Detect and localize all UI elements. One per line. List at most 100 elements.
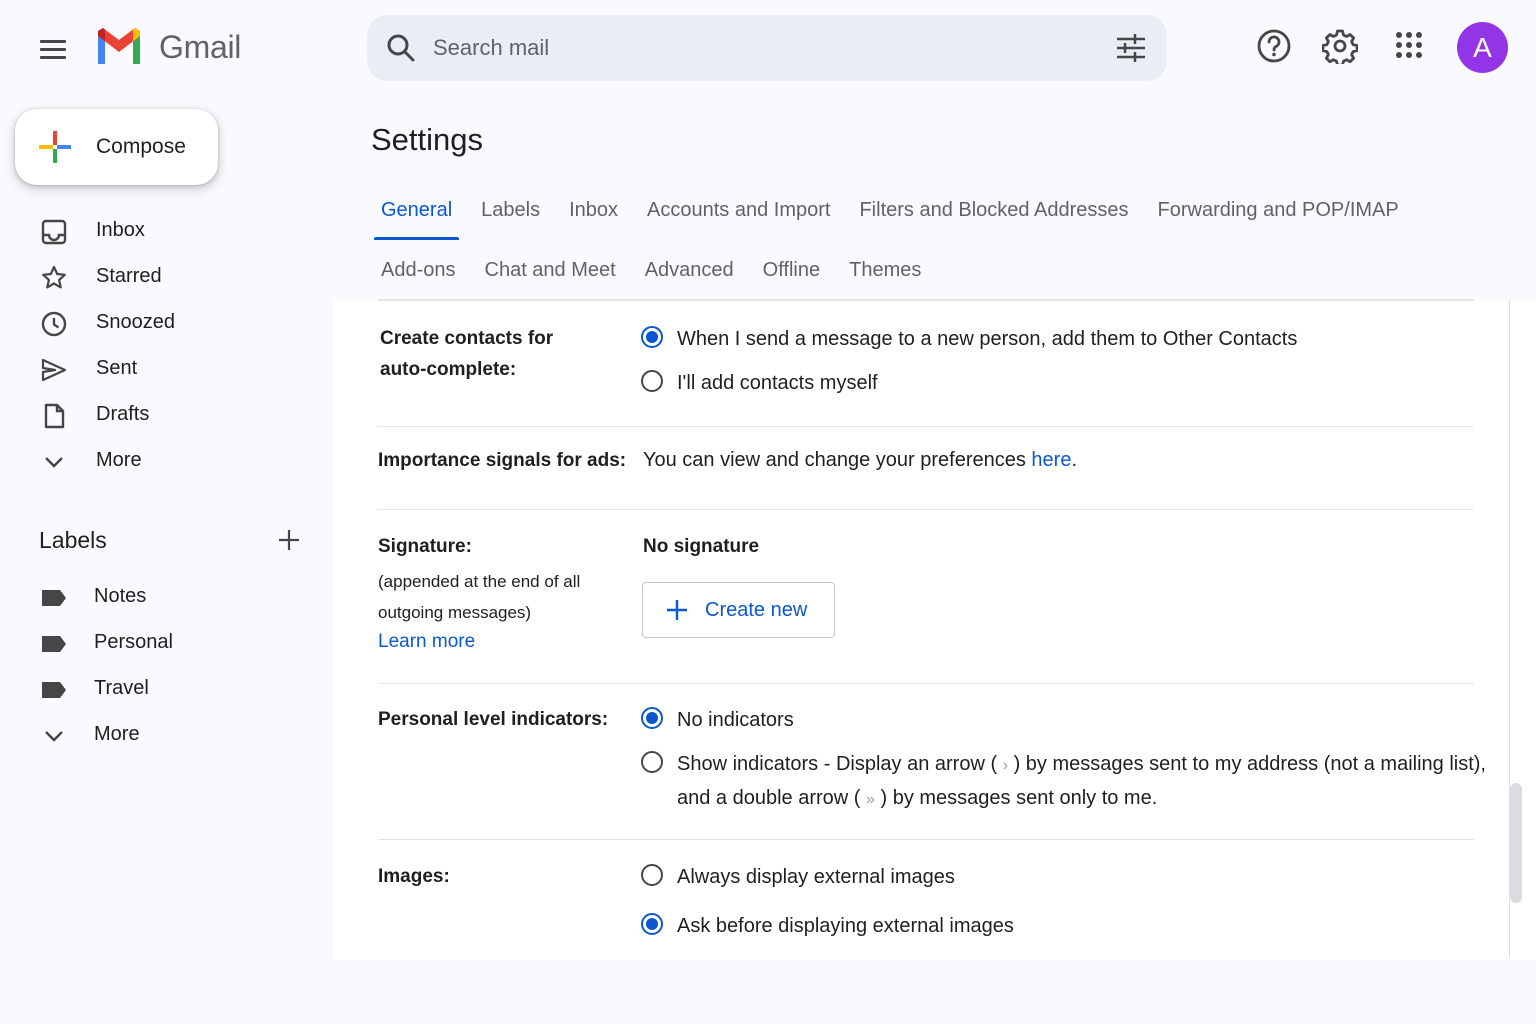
ads-suffix: . [1071, 449, 1078, 471]
row-divider [378, 839, 1474, 840]
page-title: Settings [371, 122, 484, 157]
indicators-option-show-label: Show indicators - Display an arrow ( › )… [677, 748, 1486, 816]
tab-filters-and-blocked-addresses[interactable]: Filters and Blocked Addresses [852, 190, 1135, 240]
contacts-option-auto-label: When I send a message to a new person, a… [677, 328, 1298, 350]
sidebar-item-starred[interactable]: Starred [0, 254, 330, 300]
sidebar-item-snoozed[interactable]: Snoozed [0, 300, 330, 346]
contacts-setting-label: Create contacts for auto-complete: [380, 323, 553, 385]
gmail-m-icon [98, 28, 140, 64]
search-options-icon[interactable] [1115, 32, 1147, 64]
account-avatar[interactable]: A [1457, 22, 1508, 73]
sidebar-item-sent[interactable]: Sent [0, 346, 330, 392]
ads-text: You can view and change your preferences [643, 449, 1026, 471]
radio-unselected[interactable] [641, 864, 663, 886]
sidebar-item-drafts[interactable]: Drafts [0, 392, 330, 438]
inbox-icon [41, 219, 67, 245]
tab-inbox[interactable]: Inbox [562, 190, 625, 240]
label-icon [42, 636, 66, 652]
radio-unselected[interactable] [641, 370, 663, 392]
app-name: Gmail [159, 28, 242, 65]
radio-selected[interactable] [641, 326, 663, 348]
radio-selected[interactable] [641, 913, 663, 935]
search-icon[interactable] [385, 32, 417, 64]
tab-advanced[interactable]: Advanced [638, 250, 741, 300]
search-bar[interactable] [367, 15, 1167, 81]
tab-themes[interactable]: Themes [842, 250, 928, 300]
indicators-option-none[interactable]: No indicators [641, 704, 794, 736]
star-icon [42, 265, 66, 289]
sidebar-item-label: Inbox [96, 219, 145, 241]
ads-setting-text: You can view and change your preferences… [643, 449, 1077, 472]
ads-setting-label: Importance signals for ads: [378, 450, 627, 471]
signature-description: (appended at the end of all outgoing mes… [378, 572, 581, 622]
tab-add-ons[interactable]: Add-ons [374, 250, 463, 300]
settings-gear-icon[interactable] [1322, 28, 1358, 64]
signature-learn-more-link[interactable]: Learn more [378, 631, 475, 653]
label-item-personal[interactable]: Personal [0, 620, 330, 666]
tab-general[interactable]: General [374, 190, 460, 240]
contacts-label-line1: Create contacts for [380, 328, 554, 349]
tab-offline[interactable]: Offline [756, 250, 827, 300]
create-signature-button[interactable]: Create new [642, 582, 835, 638]
label-item-notes[interactable]: Notes [0, 574, 330, 620]
images-option-always-label: Always display external images [677, 866, 955, 888]
gmail-logo[interactable]: Gmail [95, 28, 241, 66]
label-icon [42, 682, 66, 698]
label-item-more[interactable]: More [0, 712, 330, 758]
single-arrow-icon: › [1002, 757, 1009, 774]
compose-label: Compose [96, 135, 186, 158]
label-item-text: Notes [94, 585, 147, 607]
labels-heading: Labels [39, 527, 107, 553]
images-setting-label: Images: [378, 866, 450, 887]
sidebar-item-inbox[interactable]: Inbox [0, 208, 330, 254]
tabs-divider [378, 299, 1474, 301]
indicators-text-d: ) by messages sent only to me. [880, 787, 1158, 809]
radio-unselected[interactable] [641, 751, 663, 773]
indicators-text-b: ) by messages sent to my address (not a … [1013, 753, 1486, 775]
indicators-text-a: Show indicators - Display an arrow ( [677, 753, 998, 775]
help-icon[interactable] [1256, 28, 1292, 64]
ads-preferences-link[interactable]: here [1031, 449, 1071, 471]
menu-bar [40, 56, 66, 59]
images-option-ask[interactable]: Ask before displaying external images [641, 910, 1014, 942]
label-item-text: More [94, 723, 140, 745]
add-label-icon[interactable] [277, 528, 301, 552]
row-divider [378, 509, 1474, 510]
signature-setting-label: Signature: [378, 536, 472, 557]
tab-forwarding-pop-imap[interactable]: Forwarding and POP/IMAP [1151, 190, 1406, 240]
sidebar-item-more[interactable]: More [0, 438, 330, 484]
label-icon [42, 590, 66, 606]
indicators-option-none-label: No indicators [677, 709, 794, 731]
apps-grid-icon[interactable] [1392, 28, 1428, 64]
tab-chat-and-meet[interactable]: Chat and Meet [478, 250, 623, 300]
sidebar-item-label: Sent [96, 357, 138, 379]
indicators-option-show[interactable]: Show indicators - Display an arrow ( › )… [641, 748, 1486, 816]
contacts-label-line2: auto-complete: [380, 359, 517, 380]
scrollbar-thumb[interactable] [1510, 783, 1522, 903]
compose-button[interactable]: Compose [15, 109, 218, 185]
sidebar-item-label: Drafts [96, 403, 150, 425]
labels-list: Notes Personal Travel More [0, 574, 330, 758]
file-icon [44, 403, 65, 429]
row-divider [378, 426, 1474, 427]
contacts-option-auto[interactable]: When I send a message to a new person, a… [641, 323, 1297, 355]
plus-icon [667, 600, 687, 620]
sidebar-item-label: Starred [96, 265, 162, 287]
search-input[interactable] [433, 31, 1073, 65]
sidebar-item-label: More [96, 449, 142, 471]
chevron-down-icon [45, 457, 63, 468]
radio-selected[interactable] [641, 707, 663, 729]
label-item-text: Travel [94, 677, 149, 699]
settings-tabs-row1: General Labels Inbox Accounts and Import… [374, 190, 1421, 240]
label-item-travel[interactable]: Travel [0, 666, 330, 712]
sidebar-nav: Inbox Starred Snoozed Sent Drafts More [0, 208, 330, 484]
settings-tabs-row2: Add-ons Chat and Meet Advanced Offline T… [374, 250, 943, 300]
images-option-ask-label: Ask before displaying external images [677, 915, 1014, 937]
tab-labels[interactable]: Labels [474, 190, 547, 240]
contacts-option-manual[interactable]: I'll add contacts myself [641, 367, 878, 399]
images-option-always[interactable]: Always display external images [641, 861, 955, 893]
clock-icon [41, 311, 67, 337]
chevron-down-icon [45, 731, 63, 742]
tab-accounts-and-import[interactable]: Accounts and Import [640, 190, 837, 240]
main-menu-button[interactable] [40, 36, 68, 60]
